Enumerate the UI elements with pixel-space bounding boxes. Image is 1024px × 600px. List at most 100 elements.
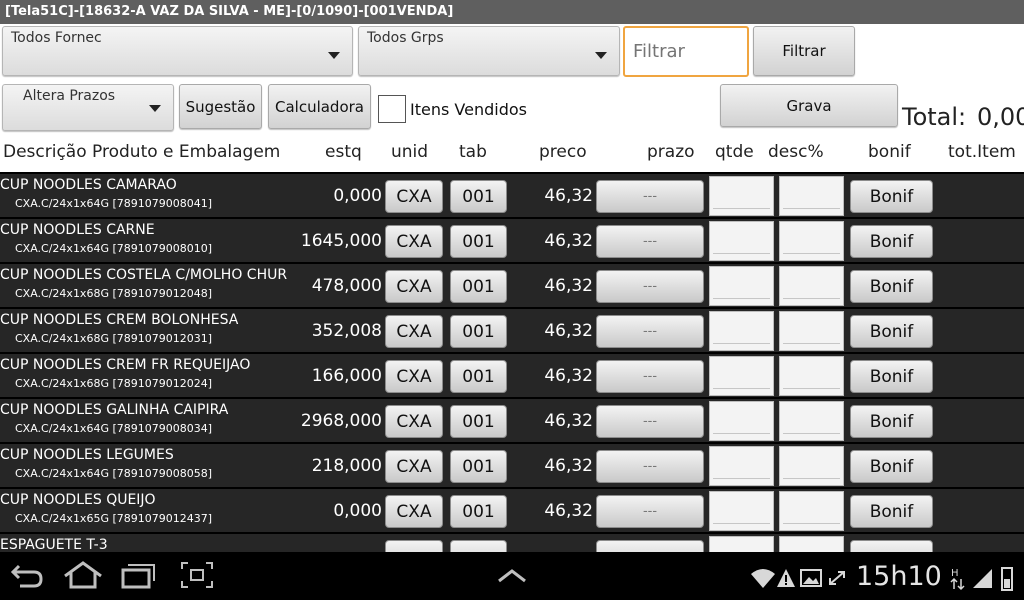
quantity-field[interactable]: [709, 311, 774, 351]
home-icon[interactable]: [62, 560, 104, 597]
items-sold-checkbox[interactable]: [378, 95, 406, 123]
terms-button[interactable]: ---: [596, 360, 704, 393]
column-header-stock: estq: [325, 142, 362, 162]
discount-field[interactable]: [779, 176, 844, 216]
column-header-unit: unid: [391, 142, 429, 162]
table-row[interactable]: CUP NOODLES CARNE CXA.C/24x1x64G [789107…: [0, 219, 1024, 262]
table-row[interactable]: CUP NOODLES QUEIJO CXA.C/24x1x65G [78910…: [0, 489, 1024, 532]
product-list[interactable]: CUP NOODLES CAMARAO CXA.C/24x1x64G [7891…: [0, 172, 1024, 552]
table-button[interactable]: 001: [450, 450, 507, 483]
discount-field[interactable]: [779, 356, 844, 396]
table-button[interactable]: 001: [450, 495, 507, 528]
screenshot-icon[interactable]: [180, 560, 214, 597]
table-button[interactable]: 001: [450, 360, 507, 393]
table-button[interactable]: 001: [450, 225, 507, 258]
supplier-dropdown[interactable]: Todos Fornec: [2, 26, 353, 76]
product-name: CUP NOODLES CARNE: [0, 222, 155, 238]
product-price: 46,32: [544, 186, 593, 206]
bonus-button[interactable]: Bonif: [850, 405, 933, 438]
filter-button[interactable]: Filtrar: [753, 26, 855, 76]
table-row[interactable]: CUP NOODLES CREM FR REQUEIJAO CXA.C/24x1…: [0, 354, 1024, 397]
recents-icon[interactable]: [120, 560, 156, 597]
discount-field[interactable]: [779, 446, 844, 486]
terms-button[interactable]: [596, 540, 704, 552]
bonus-button[interactable]: Bonif: [850, 225, 933, 258]
terms-dropdown-label: Altera Prazos: [23, 88, 116, 104]
table-button[interactable]: 001: [450, 180, 507, 213]
product-stock: 0,000: [333, 186, 382, 206]
quantity-field[interactable]: [709, 446, 774, 486]
product-name: CUP NOODLES QUEIJO: [0, 492, 156, 508]
unit-button[interactable]: CXA: [385, 450, 443, 483]
terms-button[interactable]: ---: [596, 225, 704, 258]
bonus-button[interactable]: Bonif: [850, 180, 933, 213]
terms-button[interactable]: ---: [596, 315, 704, 348]
chevron-up-icon[interactable]: [496, 560, 528, 597]
bonus-button[interactable]: Bonif: [850, 270, 933, 303]
table-row[interactable]: ESPAGUETE T-3: [0, 534, 1024, 552]
discount-field[interactable]: [779, 536, 844, 552]
chevron-down-icon: [595, 52, 607, 59]
column-header-price: preco: [539, 142, 587, 162]
unit-button[interactable]: CXA: [385, 180, 443, 213]
quantity-field[interactable]: [709, 266, 774, 306]
product-packaging: CXA.C/24x1x68G [7891079012031]: [15, 332, 213, 345]
table-row[interactable]: CUP NOODLES LEGUMES CXA.C/24x1x64G [7891…: [0, 444, 1024, 487]
table-button[interactable]: 001: [450, 270, 507, 303]
table-button[interactable]: 001: [450, 315, 507, 348]
unit-button[interactable]: CXA: [385, 315, 443, 348]
bonus-button[interactable]: Bonif: [850, 450, 933, 483]
terms-button[interactable]: ---: [596, 270, 704, 303]
bonus-button[interactable]: Bonif: [850, 360, 933, 393]
bonus-button[interactable]: Bonif: [850, 315, 933, 348]
unit-button[interactable]: CXA: [385, 225, 443, 258]
wifi-icon: [750, 566, 776, 595]
table-button[interactable]: 001: [450, 405, 507, 438]
product-packaging: CXA.C/24x1x65G [7891079012437]: [15, 512, 213, 525]
quantity-field[interactable]: [709, 401, 774, 441]
product-name: CUP NOODLES CREM BOLONHESA: [0, 312, 239, 328]
product-packaging: CXA.C/24x1x64G [7891079008034]: [15, 422, 213, 435]
discount-field[interactable]: [779, 266, 844, 306]
table-row[interactable]: CUP NOODLES GALINHA CAIPIRA CXA.C/24x1x6…: [0, 399, 1024, 442]
unit-button[interactable]: CXA: [385, 405, 443, 438]
quantity-field[interactable]: [709, 221, 774, 261]
terms-button[interactable]: ---: [596, 450, 704, 483]
suggestion-button[interactable]: Sugestão: [179, 84, 262, 129]
bonus-button[interactable]: Bonif: [850, 495, 933, 528]
discount-field[interactable]: [779, 491, 844, 531]
supplier-dropdown-label: Todos Fornec: [11, 30, 102, 46]
quantity-field[interactable]: [709, 356, 774, 396]
product-name: CUP NOODLES LEGUMES: [0, 447, 174, 463]
unit-button[interactable]: CXA: [385, 495, 443, 528]
product-price: 46,32: [544, 501, 593, 521]
group-dropdown[interactable]: Todos Grps: [358, 26, 620, 76]
product-stock: 0,000: [333, 501, 382, 521]
save-button[interactable]: Grava: [720, 84, 898, 127]
unit-button[interactable]: [385, 540, 443, 552]
column-header-terms: prazo: [647, 142, 695, 162]
data-transfer-icon: H: [950, 566, 966, 597]
filter-input[interactable]: [623, 26, 749, 77]
terms-dropdown[interactable]: Altera Prazos: [2, 84, 174, 131]
discount-field[interactable]: [779, 401, 844, 441]
unit-button[interactable]: CXA: [385, 270, 443, 303]
calculator-button[interactable]: Calculadora: [268, 84, 371, 129]
battery-icon: [999, 566, 1015, 597]
back-icon[interactable]: [10, 560, 44, 597]
terms-button[interactable]: ---: [596, 180, 704, 213]
quantity-field[interactable]: [709, 536, 774, 552]
quantity-field[interactable]: [709, 176, 774, 216]
table-row[interactable]: CUP NOODLES COSTELA C/MOLHO CHUR CXA.C/2…: [0, 264, 1024, 307]
discount-field[interactable]: [779, 221, 844, 261]
quantity-field[interactable]: [709, 491, 774, 531]
bonus-button[interactable]: [850, 540, 933, 552]
terms-button[interactable]: ---: [596, 405, 704, 438]
sync-icon: [826, 566, 848, 595]
terms-button[interactable]: ---: [596, 495, 704, 528]
discount-field[interactable]: [779, 311, 844, 351]
unit-button[interactable]: CXA: [385, 360, 443, 393]
table-row[interactable]: CUP NOODLES CREM BOLONHESA CXA.C/24x1x68…: [0, 309, 1024, 352]
table-button[interactable]: [450, 540, 507, 552]
table-row[interactable]: CUP NOODLES CAMARAO CXA.C/24x1x64G [7891…: [0, 174, 1024, 217]
